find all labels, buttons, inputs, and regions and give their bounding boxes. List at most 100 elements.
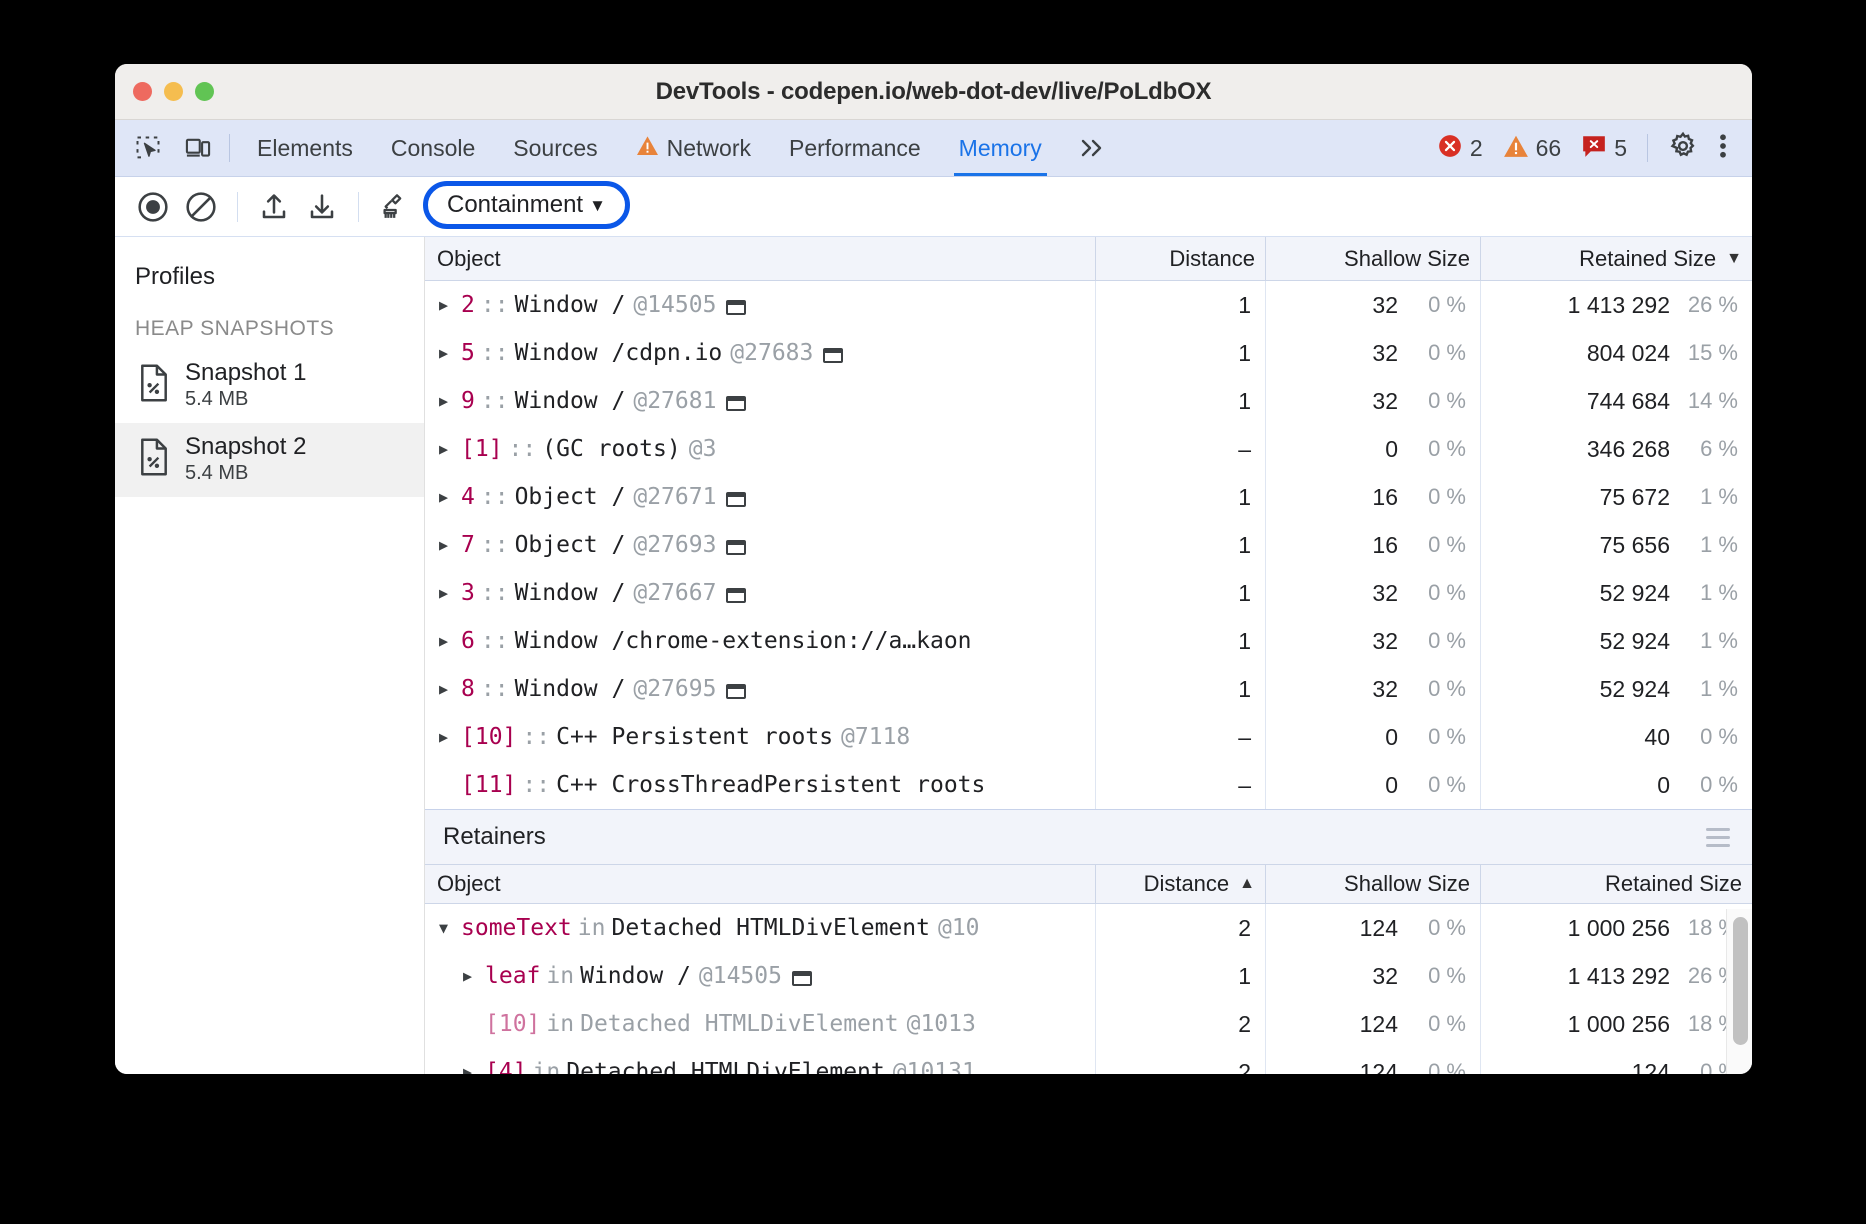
maximize-button[interactable] xyxy=(195,82,214,101)
shallow-size-cell: 00 % xyxy=(1265,761,1480,809)
expand-triangle-icon[interactable]: ▶ xyxy=(439,728,461,746)
table-row[interactable]: ▶3::Window /@276671320 %52 9241 % xyxy=(425,569,1752,617)
retainers-column-header-retained-size[interactable]: Retained Size xyxy=(1480,865,1752,903)
object-cell[interactable]: ▶[10]::C++ Persistent roots@7118 xyxy=(425,724,1095,750)
toolbar-divider xyxy=(237,192,238,222)
table-row[interactable]: ▼someText in Detached HTMLDivElement@102… xyxy=(425,904,1752,952)
window-titlebar: DevTools - codepen.io/web-dot-dev/live/P… xyxy=(115,64,1752,120)
shallow-size-cell-value: 16 xyxy=(1372,484,1398,511)
object-class: (GC roots) xyxy=(542,436,680,462)
table-row[interactable]: ▶[10] in Detached HTMLDivElement@1013212… xyxy=(425,1000,1752,1048)
column-header-distance[interactable]: Distance xyxy=(1095,237,1265,280)
expand-triangle-icon[interactable]: ▶ xyxy=(439,680,461,698)
sidebar-item-snapshot-2[interactable]: Snapshot 2 5.4 MB xyxy=(115,423,424,497)
snapshot-1-meta: Snapshot 1 5.4 MB xyxy=(185,359,306,411)
retainers-scrollbar[interactable] xyxy=(1726,909,1752,1074)
issue-count[interactable]: 5 xyxy=(1573,134,1635,163)
more-tabs-icon[interactable] xyxy=(1061,136,1123,160)
retainers-column-header-distance[interactable]: Distance ▲ xyxy=(1095,865,1265,903)
shallow-size-cell-percent: 0 % xyxy=(1410,724,1466,750)
object-cell[interactable]: ▶[4] in Detached HTMLDivElement@10131 xyxy=(425,1059,1095,1074)
tab-elements[interactable]: Elements xyxy=(238,120,372,176)
object-cell[interactable]: ▶[10] in Detached HTMLDivElement@1013 xyxy=(425,1011,1095,1037)
collect-garbage-icon[interactable] xyxy=(371,185,419,229)
device-toolbar-icon[interactable] xyxy=(175,127,221,169)
object-index: 9 xyxy=(461,388,475,414)
retainers-title: Retainers xyxy=(443,823,546,851)
error-count[interactable]: 2 xyxy=(1429,133,1491,164)
clear-icon[interactable] xyxy=(177,185,225,229)
table-row[interactable]: ▶leaf in Window /@145051320 %1 413 29226… xyxy=(425,952,1752,1000)
expand-triangle-icon[interactable]: ▶ xyxy=(439,584,461,602)
object-cell[interactable]: ▶5::Window / cdpn.io@27683 xyxy=(425,340,1095,366)
table-row[interactable]: ▶4::Object /@276711160 %75 6721 % xyxy=(425,473,1752,521)
expand-triangle-icon[interactable]: ▶ xyxy=(439,440,461,458)
distance-value: 1 xyxy=(1238,388,1251,415)
table-row[interactable]: ▶2::Window /@145051320 %1 413 29226 % xyxy=(425,281,1752,329)
table-row[interactable]: ▶[4] in Detached HTMLDivElement@10131212… xyxy=(425,1048,1752,1074)
table-row[interactable]: ▶[10]::C++ Persistent roots@7118–00 %400… xyxy=(425,713,1752,761)
minimize-button[interactable] xyxy=(164,82,183,101)
expand-triangle-icon[interactable]: ▶ xyxy=(439,632,461,650)
more-options-button[interactable] xyxy=(1710,131,1736,166)
expand-triangle-icon[interactable]: ▶ xyxy=(439,344,461,362)
tab-sources[interactable]: Sources xyxy=(494,120,616,176)
table-row[interactable]: ▶8::Window /@276951320 %52 9241 % xyxy=(425,665,1752,713)
inspect-element-icon[interactable] xyxy=(125,127,171,169)
object-cell[interactable]: ▶3::Window /@27667 xyxy=(425,580,1095,606)
table-row[interactable]: ▶[11]::C++ CrossThreadPersistent roots–0… xyxy=(425,761,1752,809)
object-cell[interactable]: ▶6::Window / chrome-extension://a…kaon xyxy=(425,628,1095,654)
expand-triangle-icon[interactable]: ▶ xyxy=(463,967,485,985)
column-header-retained-size[interactable]: Retained Size ▼ xyxy=(1480,237,1752,280)
tab-memory[interactable]: Memory xyxy=(940,120,1061,176)
tab-performance[interactable]: Performance xyxy=(770,120,940,176)
expand-triangle-icon[interactable]: ▶ xyxy=(439,488,461,506)
tab-network[interactable]: Network xyxy=(617,120,770,176)
warning-count[interactable]: 66 xyxy=(1495,134,1570,163)
expand-triangle-icon[interactable]: ▶ xyxy=(439,392,461,410)
view-select[interactable]: Containment ▼ xyxy=(435,189,618,221)
column-header-shallow-size[interactable]: Shallow Size xyxy=(1265,237,1480,280)
object-cell[interactable]: ▶8::Window /@27695 xyxy=(425,676,1095,702)
column-header-object[interactable]: Object xyxy=(425,237,1095,280)
table-row[interactable]: ▶7::Object /@276931160 %75 6561 % xyxy=(425,521,1752,569)
object-index: [10] xyxy=(461,724,516,750)
load-profile-icon[interactable] xyxy=(250,185,298,229)
object-cell[interactable]: ▼someText in Detached HTMLDivElement@10 xyxy=(425,915,1095,941)
expand-triangle-icon[interactable]: ▶ xyxy=(439,296,461,314)
settings-button[interactable] xyxy=(1660,131,1706,166)
collapse-triangle-icon[interactable]: ▼ xyxy=(439,919,461,937)
retainer-property: [4] xyxy=(485,1059,527,1074)
tab-console[interactable]: Console xyxy=(372,120,494,176)
distance-value: 1 xyxy=(1238,532,1251,559)
expand-triangle-icon[interactable]: ▶ xyxy=(463,1063,485,1074)
expand-triangle-icon[interactable]: ▶ xyxy=(439,536,461,554)
retained-size-cell: 1 000 25618 % xyxy=(1480,1000,1752,1048)
retained-size-cell: 75 6561 % xyxy=(1480,521,1752,569)
object-id: @27695 xyxy=(633,676,716,702)
hamburger-menu-icon[interactable] xyxy=(1706,828,1730,847)
retained-size-cell-value: 52 924 xyxy=(1600,628,1670,655)
close-button[interactable] xyxy=(133,82,152,101)
table-row[interactable]: ▶[1]::(GC roots)@3–00 %346 2686 % xyxy=(425,425,1752,473)
object-cell[interactable]: ▶[11]::C++ CrossThreadPersistent roots xyxy=(425,772,1095,798)
view-select-value: Containment xyxy=(447,191,583,219)
retainers-column-header-shallow-size[interactable]: Shallow Size xyxy=(1265,865,1480,903)
table-row[interactable]: ▶6::Window / chrome-extension://a…kaon13… xyxy=(425,617,1752,665)
sidebar-item-snapshot-1[interactable]: Snapshot 1 5.4 MB xyxy=(115,349,424,423)
record-heap-snapshot-icon[interactable] xyxy=(129,185,177,229)
warning-triangle-icon xyxy=(1503,134,1529,163)
table-row[interactable]: ▶5::Window / cdpn.io@276831320 %804 0241… xyxy=(425,329,1752,377)
retainers-column-header-object[interactable]: Object xyxy=(425,865,1095,903)
save-profile-icon[interactable] xyxy=(298,185,346,229)
issue-count-value: 5 xyxy=(1614,135,1627,162)
shallow-size-cell-percent: 0 % xyxy=(1410,340,1466,366)
object-cell[interactable]: ▶4::Object /@27671 xyxy=(425,484,1095,510)
object-cell[interactable]: ▶[1]::(GC roots)@3 xyxy=(425,436,1095,462)
object-cell[interactable]: ▶leaf in Window /@14505 xyxy=(425,963,1095,989)
table-row[interactable]: ▶9::Window /@276811320 %744 68414 % xyxy=(425,377,1752,425)
object-cell[interactable]: ▶7::Object /@27693 xyxy=(425,532,1095,558)
object-cell[interactable]: ▶2::Window /@14505 xyxy=(425,292,1095,318)
retainers-scrollbar-thumb[interactable] xyxy=(1733,917,1748,1045)
object-cell[interactable]: ▶9::Window /@27681 xyxy=(425,388,1095,414)
